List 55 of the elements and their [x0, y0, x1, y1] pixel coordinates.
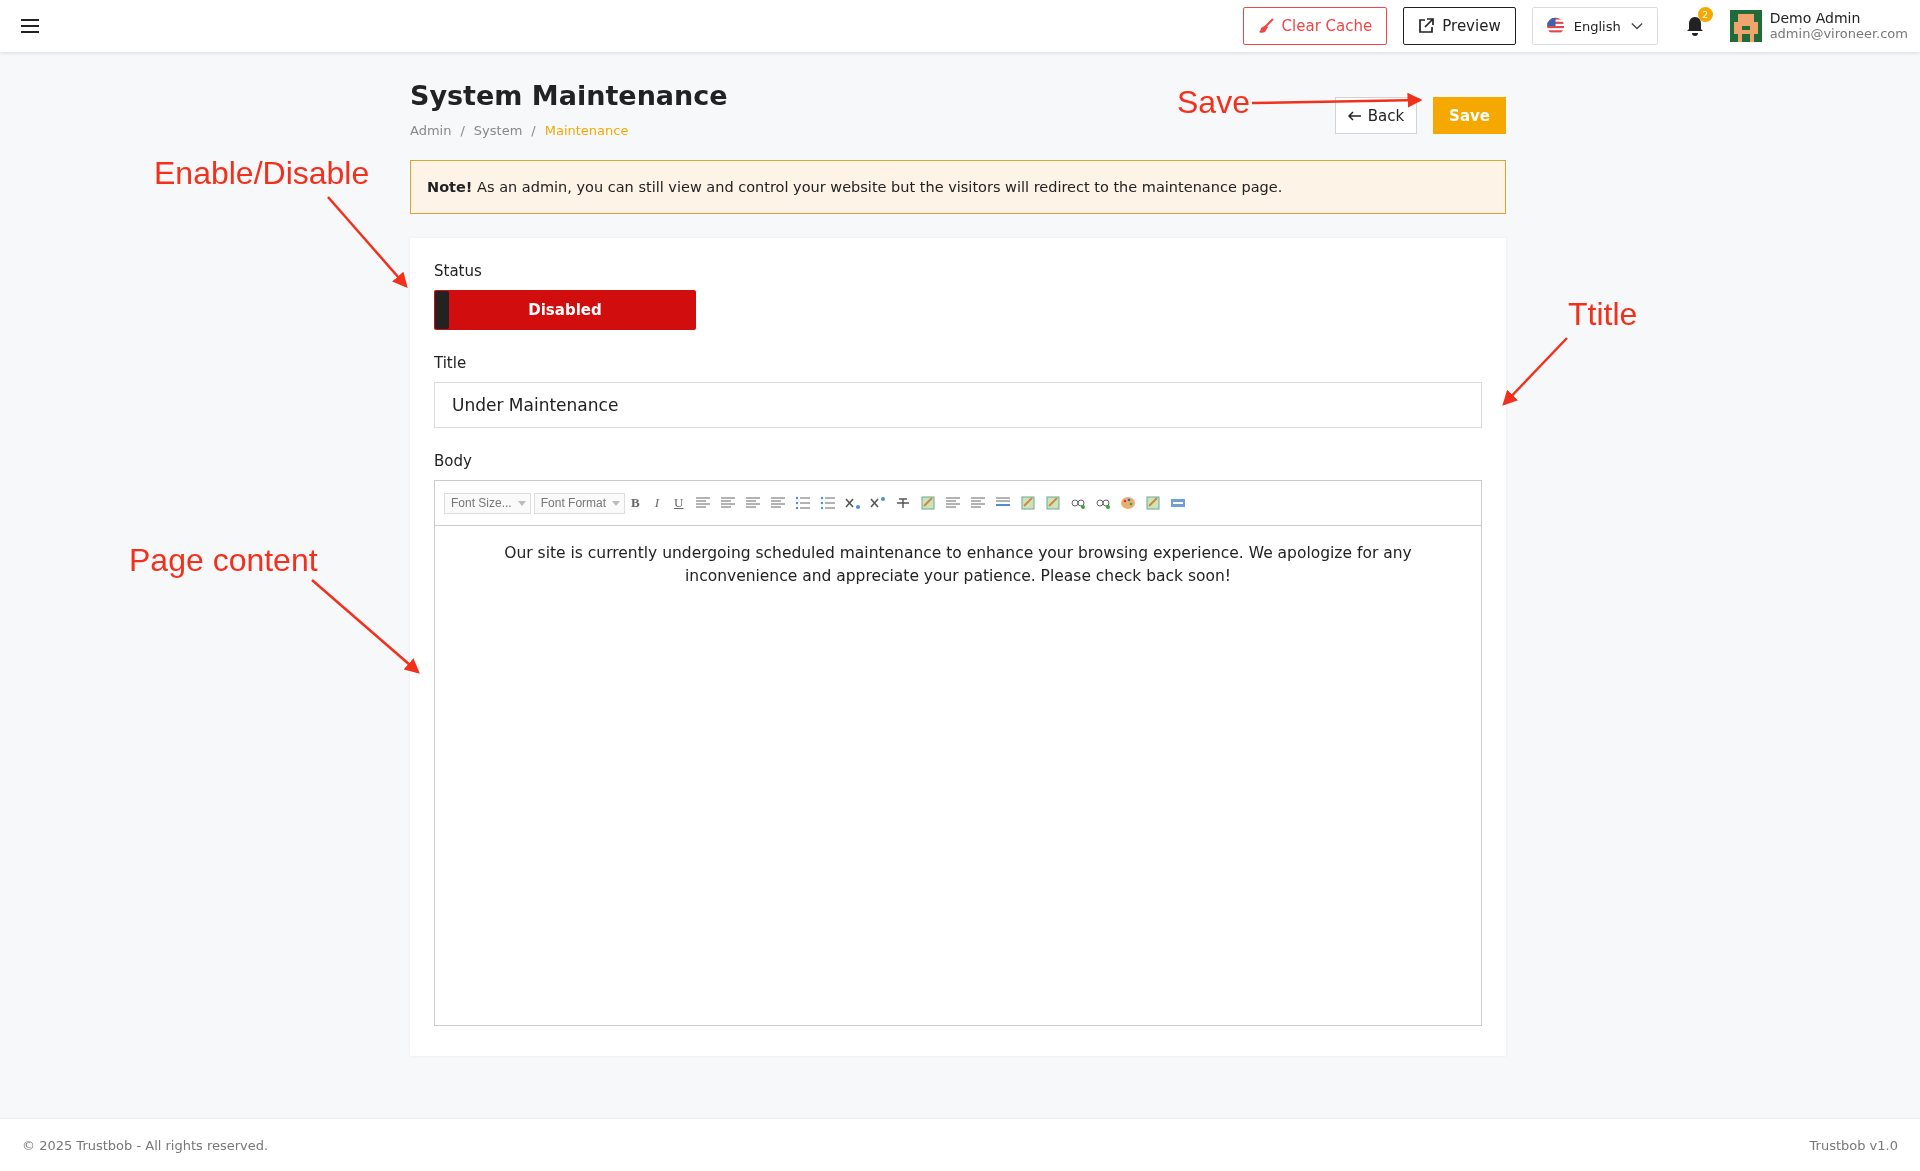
copyright-text: © 2025 Trustbob - All rights reserved.: [22, 1137, 269, 1153]
annotation-arrow: [1502, 337, 1568, 406]
format-button[interactable]: U: [671, 495, 687, 511]
breadcrumb-item[interactable]: Admin: [410, 123, 452, 138]
version-text: Trustbob v1.0: [1809, 1137, 1898, 1153]
arrow-left-icon: [1347, 110, 1362, 121]
notification-badge: 2: [1697, 7, 1713, 22]
align-right-icon[interactable]: [745, 496, 762, 510]
align-left-icon[interactable]: [695, 496, 712, 510]
note-alert: Note! As an admin, you can still view and control your website but the visitors will redirect to the maintenance page.: [410, 160, 1506, 214]
breadcrumb-separator: /: [460, 123, 465, 138]
outdent-icon[interactable]: [970, 496, 987, 510]
chevron-down-icon: [1630, 22, 1643, 30]
strikethrough-icon[interactable]: [895, 496, 912, 510]
unlink-icon[interactable]: [1095, 496, 1112, 510]
html-icon[interactable]: [1170, 496, 1187, 510]
menu-icon[interactable]: [21, 19, 39, 33]
breadcrumb-separator: /: [531, 123, 536, 138]
subscript-icon[interactable]: [845, 496, 862, 510]
format-button[interactable]: I: [651, 495, 663, 511]
bullet-list-icon[interactable]: [820, 496, 837, 510]
indent-icon[interactable]: [945, 496, 962, 510]
page-title: System Maintenance: [410, 80, 728, 111]
title-input[interactable]: Under Maintenance: [434, 382, 1482, 428]
numbered-list-icon[interactable]: [795, 496, 812, 510]
broom-icon: [1257, 18, 1274, 34]
annotation-label: Page content: [129, 542, 318, 579]
format-button[interactable]: B: [628, 495, 643, 511]
annotation-label: Save: [1177, 84, 1250, 121]
link-icon[interactable]: [1070, 496, 1087, 510]
justify-icon[interactable]: [770, 496, 787, 510]
bell-icon[interactable]: [1685, 16, 1704, 36]
caret-icon: [517, 500, 526, 506]
superscript-icon[interactable]: [870, 496, 887, 510]
clear-cache-button[interactable]: Clear Cache: [1242, 7, 1388, 45]
caret-icon: [612, 500, 621, 506]
annotation-label: Ttitle: [1568, 296, 1638, 333]
align-center-icon[interactable]: [720, 496, 737, 510]
status-label: Status: [434, 262, 482, 280]
external-link-icon: [1418, 18, 1435, 34]
annotation-label: Enable/Disable: [154, 155, 370, 192]
breadcrumb-item[interactable]: System: [473, 123, 523, 138]
editor-content[interactable]: Our site is currently undergoing scheduled maintenance to enhance your browsing experience. We apologize for any inconvenience and appreciate your patience. Please check back soon!: [435, 526, 1481, 1025]
body-label: Body: [434, 452, 472, 470]
title-label: Title: [434, 354, 467, 372]
user-name: Demo Admin: [1769, 10, 1862, 26]
user-email: admin@vironeer.com: [1769, 26, 1908, 42]
toolbar-dropdown[interactable]: Font Format: [533, 492, 626, 514]
toolbar-dropdown[interactable]: Font Size...: [444, 492, 531, 514]
palette-icon[interactable]: [1120, 496, 1137, 510]
back-button[interactable]: Back: [1334, 97, 1418, 134]
avatar-icon[interactable]: [1729, 10, 1762, 42]
status-toggle[interactable]: Disabled: [434, 290, 696, 330]
language-dropdown[interactable]: English: [1531, 7, 1658, 45]
preview-button[interactable]: Preview: [1403, 7, 1516, 45]
